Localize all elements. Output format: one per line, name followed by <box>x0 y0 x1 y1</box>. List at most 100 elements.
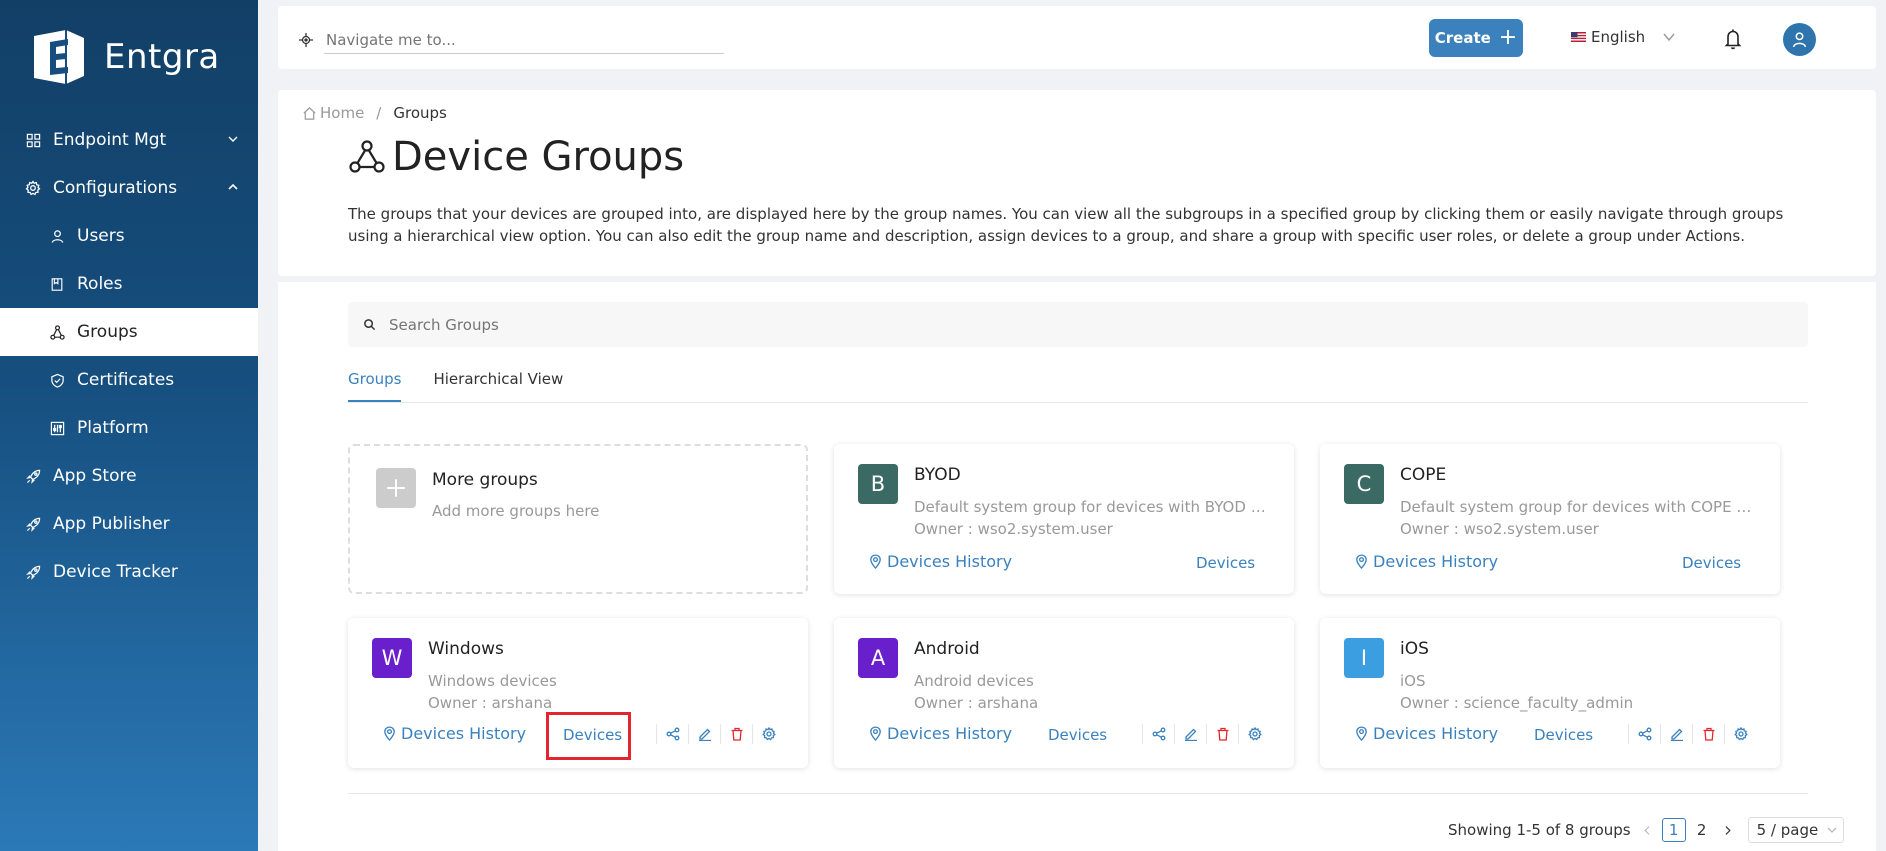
cluster-icon <box>349 140 385 173</box>
bell-icon[interactable] <box>1723 28 1743 50</box>
group-card-byod[interactable]: B BYOD Default system group for devices … <box>834 444 1294 594</box>
add-group-card[interactable]: More groups Add more groups here <box>348 444 808 594</box>
delete-button[interactable] <box>1206 724 1238 744</box>
user-avatar[interactable] <box>1783 23 1816 56</box>
highlight-box <box>546 712 631 760</box>
group-name: iOS <box>1400 639 1429 659</box>
search-groups-input[interactable] <box>389 315 1769 334</box>
search-icon <box>364 319 376 331</box>
user-icon <box>1792 32 1807 48</box>
devices-history-link[interactable]: Devices History <box>1354 724 1498 743</box>
sidebar-item-label: Platform <box>77 418 149 438</box>
book-icon <box>48 275 66 293</box>
sidebar-item-label: Roles <box>77 274 123 294</box>
group-card-cope[interactable]: C COPE Default system group for devices … <box>1320 444 1780 594</box>
sidebar-item-configurations[interactable]: Configurations <box>0 164 258 212</box>
tab-groups[interactable]: Groups <box>348 370 402 402</box>
sidebar-item-platform[interactable]: Platform <box>0 404 258 452</box>
group-card-ios[interactable]: I iOS iOS Owner : science_faculty_admin … <box>1320 618 1780 768</box>
group-actions <box>1142 724 1270 744</box>
settings-button[interactable] <box>1238 724 1270 744</box>
sidebar-item-label: Users <box>77 226 125 246</box>
sidebar: Entgra Endpoint Mgt Configurations Users <box>0 0 258 851</box>
chevron-down-icon <box>1827 827 1837 833</box>
sidebar-item-certificates[interactable]: Certificates <box>0 356 258 404</box>
pencil-icon <box>1670 728 1683 741</box>
sidebar-item-roles[interactable]: Roles <box>0 260 258 308</box>
group-card-android[interactable]: A Android Android devices Owner : arshan… <box>834 618 1294 768</box>
home-icon <box>303 106 316 120</box>
group-owner: Owner : wso2.system.user <box>914 520 1113 538</box>
chevron-down-icon <box>1663 33 1675 42</box>
gear-icon <box>761 727 776 741</box>
trash-icon <box>1217 727 1228 741</box>
tab-hierarchical-view[interactable]: Hierarchical View <box>433 370 563 402</box>
devices-history-label: Devices History <box>1373 724 1499 743</box>
chevron-up-icon <box>228 183 238 190</box>
next-page-button[interactable] <box>1721 823 1735 837</box>
group-name: Android <box>914 639 980 659</box>
devices-history-label: Devices History <box>887 724 1013 743</box>
group-search <box>348 302 1808 347</box>
sidebar-item-groups[interactable]: Groups <box>0 308 258 356</box>
user-icon <box>48 227 66 245</box>
delete-button[interactable] <box>1692 724 1724 744</box>
breadcrumb-home[interactable]: Home <box>320 104 364 122</box>
sidebar-item-app-publisher[interactable]: App Publisher <box>0 500 258 548</box>
location-pin-icon <box>870 554 881 569</box>
pencil-icon <box>698 728 711 741</box>
share-icon <box>666 727 679 741</box>
prev-page-button[interactable] <box>1641 823 1655 837</box>
page-1-button[interactable]: 1 <box>1661 818 1686 842</box>
gear-icon <box>1247 727 1262 741</box>
share-button[interactable] <box>1628 724 1660 744</box>
group-avatar: A <box>858 638 898 678</box>
share-icon <box>1638 727 1651 741</box>
location-pin-icon <box>870 726 881 741</box>
devices-link[interactable]: Devices <box>1048 726 1107 744</box>
page-2-button[interactable]: 2 <box>1690 818 1714 842</box>
devices-history-link[interactable]: Devices History <box>868 552 1012 571</box>
edit-button[interactable] <box>1660 724 1692 744</box>
crosshair-icon <box>299 33 313 47</box>
brand-logo[interactable]: Entgra <box>28 26 220 88</box>
settings-button[interactable] <box>1724 724 1756 744</box>
sidebar-item-label: Device Tracker <box>53 562 178 582</box>
language-selector[interactable]: English <box>1571 28 1677 46</box>
edit-button[interactable] <box>1174 724 1206 744</box>
edit-button[interactable] <box>688 724 720 744</box>
devices-history-label: Devices History <box>887 552 1013 571</box>
sidebar-item-endpoint-mgt[interactable]: Endpoint Mgt <box>0 116 258 164</box>
devices-history-label: Devices History <box>1373 552 1499 571</box>
delete-button[interactable] <box>720 724 752 744</box>
share-button[interactable] <box>1142 724 1174 744</box>
group-avatar: C <box>1344 464 1384 504</box>
chevron-left-icon <box>1644 825 1650 835</box>
group-description: Default system group for devices with BY… <box>914 498 1274 516</box>
add-group-title: More groups <box>432 470 538 490</box>
group-actions <box>1628 724 1756 744</box>
rocket-icon <box>24 515 42 533</box>
devices-history-link[interactable]: Devices History <box>382 724 526 743</box>
sidebar-item-app-store[interactable]: App Store <box>0 452 258 500</box>
breadcrumb: Home / Groups <box>302 104 447 122</box>
pencil-icon <box>1184 728 1197 741</box>
devices-history-link[interactable]: Devices History <box>1354 552 1498 571</box>
group-card-windows[interactable]: W Windows Windows devices Owner : arshan… <box>348 618 808 768</box>
us-flag-icon <box>1571 32 1586 42</box>
share-button[interactable] <box>656 724 688 744</box>
sidebar-item-label: App Publisher <box>53 514 170 534</box>
group-avatar: I <box>1344 638 1384 678</box>
location-pin-icon <box>1356 726 1367 741</box>
sidebar-item-device-tracker[interactable]: Device Tracker <box>0 548 258 596</box>
sidebar-item-label: Configurations <box>53 178 178 198</box>
sidebar-item-users[interactable]: Users <box>0 212 258 260</box>
devices-link[interactable]: Devices <box>1534 726 1593 744</box>
navigate-input[interactable] <box>324 26 724 54</box>
devices-link[interactable]: Devices <box>1682 554 1741 572</box>
devices-link[interactable]: Devices <box>1196 554 1255 572</box>
create-button[interactable]: Create + <box>1429 19 1523 57</box>
devices-history-link[interactable]: Devices History <box>868 724 1012 743</box>
settings-button[interactable] <box>752 724 784 744</box>
page-size-select[interactable]: 5 / page <box>1747 817 1844 843</box>
